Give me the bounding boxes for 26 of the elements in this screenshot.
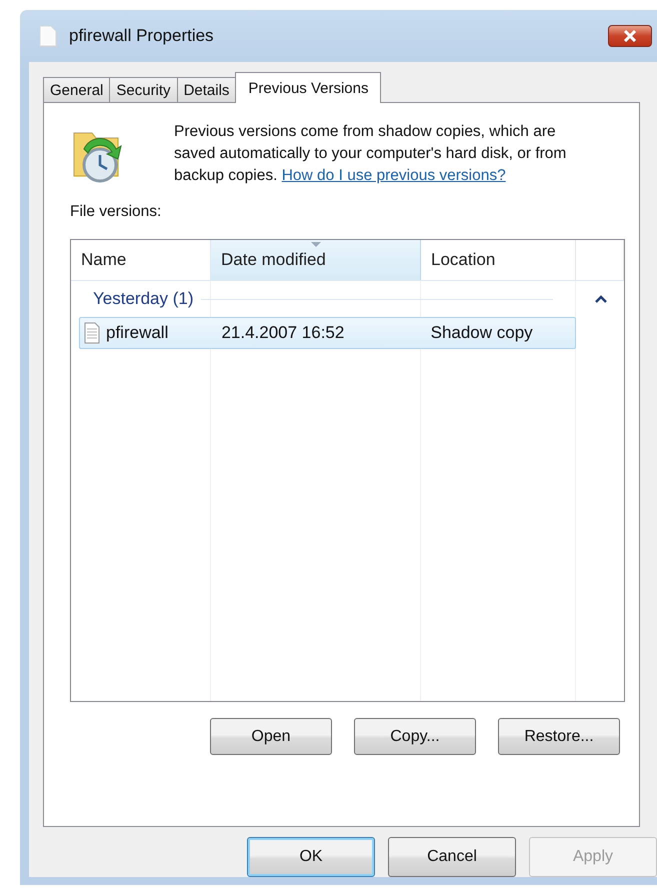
- file-name: pfirewall: [106, 323, 168, 343]
- description-text: Previous versions come from shadow copies, which are saved automatically to your computer's hard disk, or from backup copies. How do I use previous versions?: [174, 122, 568, 186]
- close-button[interactable]: [608, 25, 652, 47]
- column-header[interactable]: Date modified: [211, 240, 421, 280]
- action-button[interactable]: Open: [210, 718, 332, 755]
- action-button[interactable]: Copy...: [354, 718, 476, 755]
- tab[interactable]: Security: [109, 77, 178, 102]
- close-icon: [623, 30, 637, 42]
- file-row[interactable]: pfirewall 21.4.2007 16:52 Shadow copy: [79, 317, 576, 349]
- tab[interactable]: Previous Versions: [235, 72, 382, 103]
- window-title: pfirewall Properties: [69, 26, 215, 46]
- tab[interactable]: General: [43, 77, 110, 102]
- location-cell-text: Shadow copy: [430, 323, 534, 343]
- text-file-icon: [84, 322, 100, 344]
- document-icon: [39, 25, 57, 47]
- group-header[interactable]: Yesterday (1): [93, 289, 194, 309]
- sort-arrow-icon: [310, 242, 320, 247]
- file-versions-label: File versions:: [70, 203, 162, 221]
- column-header[interactable]: Location: [421, 240, 576, 280]
- dialog-button[interactable]: Cancel: [388, 837, 516, 877]
- help-link[interactable]: How do I use previous versions?: [282, 167, 506, 184]
- date-cell-text: 21.4.2007 16:52: [220, 323, 346, 343]
- tab[interactable]: Details: [176, 77, 236, 102]
- action-button[interactable]: Restore...: [498, 718, 620, 755]
- dialog-button[interactable]: OK: [247, 837, 375, 877]
- collapse-caret-icon[interactable]: [595, 295, 607, 303]
